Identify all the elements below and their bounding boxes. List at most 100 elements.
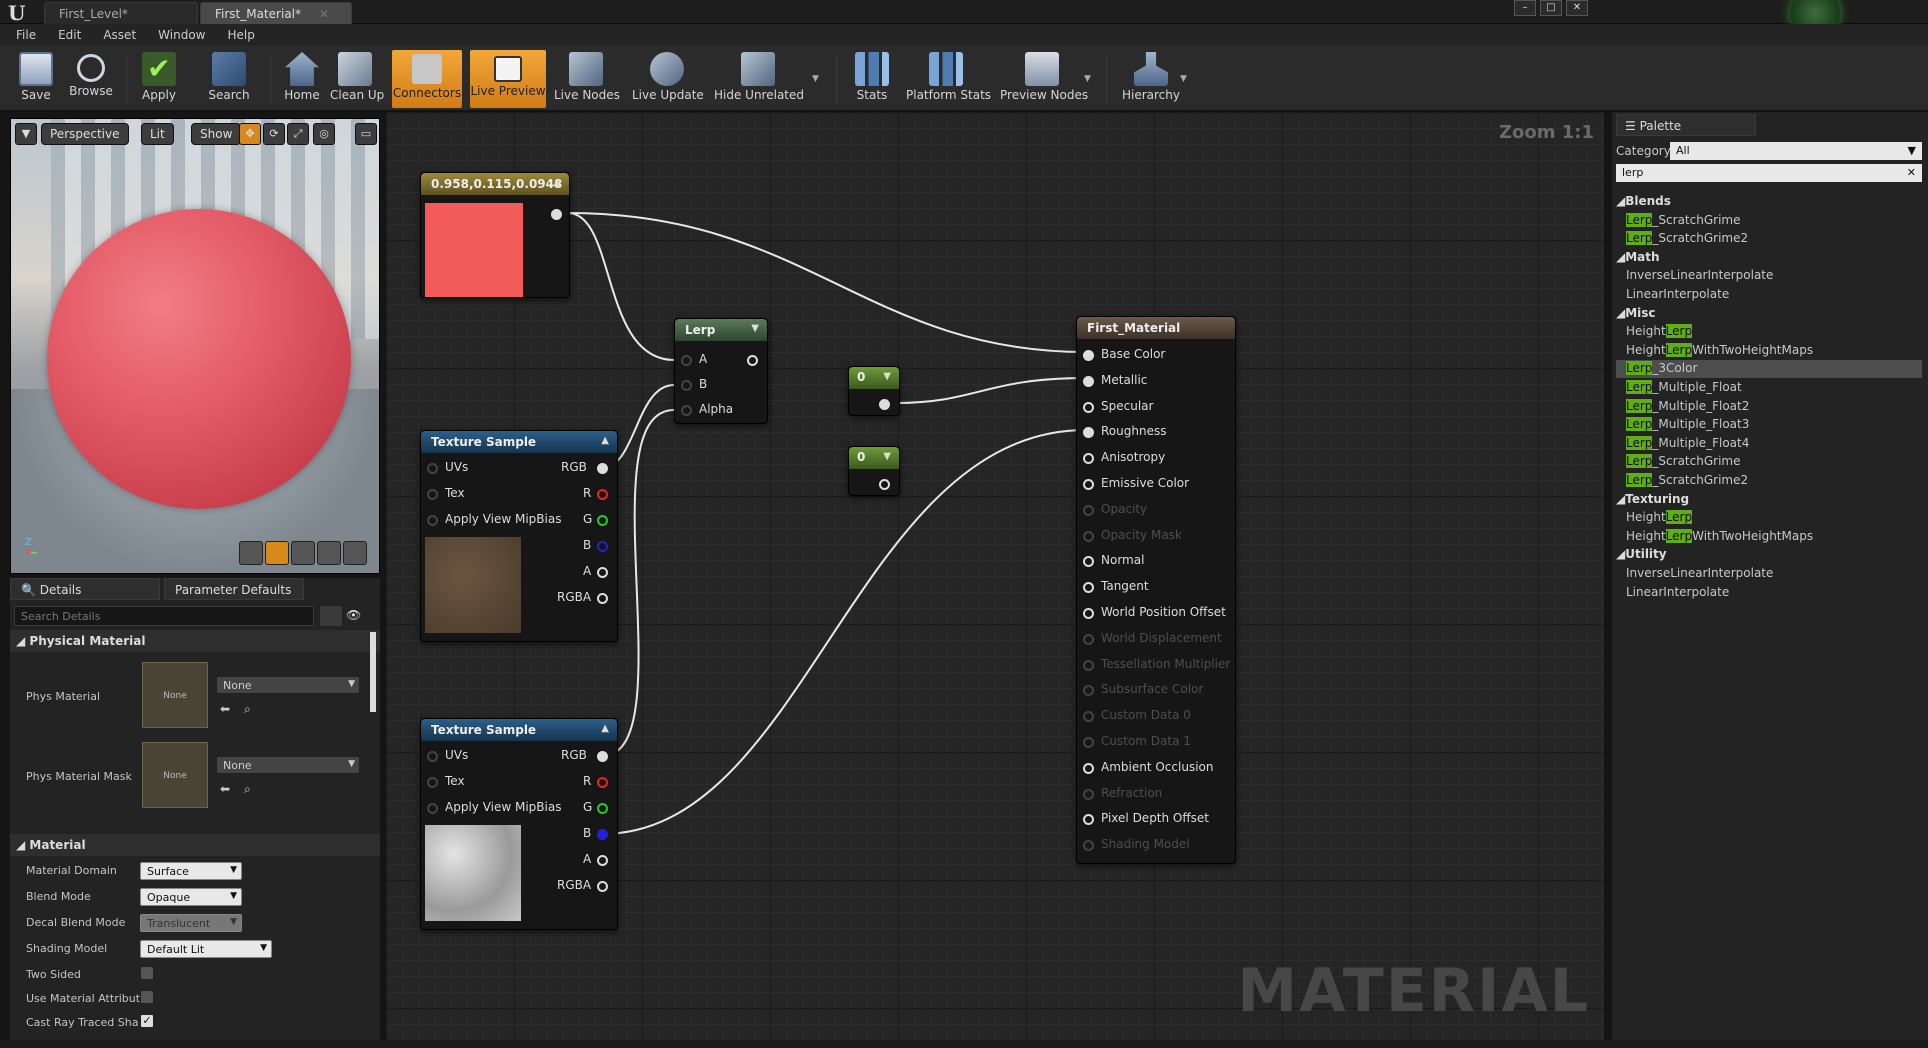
eye-icon[interactable]: 👁 (346, 608, 361, 622)
output-pin-b[interactable] (597, 541, 608, 552)
category-dropdown[interactable]: All ▼ (1670, 142, 1922, 160)
output-pin[interactable] (551, 209, 562, 220)
palette-item[interactable]: HeightLerpWithTwoHeightMaps (1626, 342, 1813, 357)
search-button[interactable]: Search (204, 50, 254, 108)
viewport-options-icon[interactable]: ▭ (355, 123, 377, 145)
palette-search-input[interactable]: lerp ✕ (1616, 164, 1922, 182)
cylinder-shape-icon[interactable] (239, 541, 263, 565)
palette-item[interactable]: Lerp_ScratchGrime (1626, 454, 1740, 469)
live-preview-button[interactable]: Live Preview (470, 50, 546, 108)
show-button[interactable]: Show (191, 123, 242, 145)
collapse-icon[interactable]: ▼ (883, 371, 891, 382)
collapse-icon[interactable]: ▲ (601, 435, 609, 446)
input-pin[interactable] (1083, 840, 1094, 852)
input-pin-b[interactable] (681, 380, 692, 391)
cast-ray-traced-shadows-checkbox[interactable]: ✓ (140, 1014, 154, 1028)
palette-item[interactable]: InverseLinearInterpolate (1626, 268, 1773, 282)
cube-shape-icon[interactable] (317, 541, 341, 565)
constant-node-2[interactable]: 0 ▼ (848, 446, 900, 496)
constant-node-1[interactable]: 0 ▼ (848, 366, 900, 416)
hierarchy-button[interactable]: Hierarchy (1120, 50, 1182, 108)
palette-category[interactable]: ◢Math (1616, 250, 1660, 264)
input-pin-mipbias[interactable] (427, 515, 438, 526)
palette-category[interactable]: ◢Texturing (1616, 492, 1689, 506)
tab-first-material[interactable]: First_Material* ✕ (200, 2, 352, 24)
input-pin-uvs[interactable] (427, 463, 438, 474)
custom-mesh-icon[interactable] (343, 541, 367, 565)
input-pin[interactable] (1083, 788, 1094, 800)
input-pin[interactable] (1083, 350, 1094, 361)
hierarchy-dropdown-icon[interactable]: ▼ (1180, 74, 1187, 84)
input-pin-alpha[interactable] (681, 405, 692, 416)
texture-sample-node-1[interactable]: Texture Sample ▲ UVs Tex Apply View MipBi… (420, 430, 618, 642)
close-window-icon[interactable]: ✕ (1566, 0, 1588, 16)
output-pin-rgba[interactable] (597, 593, 608, 604)
input-pin[interactable] (1083, 401, 1094, 413)
live-update-button[interactable]: Live Update (632, 50, 704, 108)
output-pin[interactable] (879, 479, 890, 490)
browse-button[interactable]: Browse (64, 50, 118, 108)
lerp-node[interactable]: Lerp ▼ A B Alpha (674, 318, 768, 424)
viewport-menu-icon[interactable]: ▼ (15, 123, 37, 145)
palette-item[interactable]: InverseLinearInterpolate (1626, 566, 1773, 580)
menu-help[interactable]: Help (227, 28, 254, 46)
input-pin[interactable] (1083, 685, 1094, 697)
input-pin[interactable] (1083, 556, 1094, 568)
home-button[interactable]: Home (280, 50, 324, 108)
input-pin[interactable] (1083, 427, 1094, 439)
palette-item[interactable]: Lerp_ScratchGrime2 (1626, 231, 1748, 246)
sphere-shape-icon[interactable] (265, 541, 289, 565)
menu-asset[interactable]: Asset (103, 28, 136, 46)
palette-item[interactable]: LinearInterpolate (1626, 585, 1729, 599)
constant3-node[interactable]: 0.958,0.115,0.0948 ▲ (420, 172, 570, 298)
input-pin[interactable] (1083, 608, 1094, 619)
menu-file[interactable]: File (16, 28, 36, 46)
minimize-icon[interactable]: – (1514, 0, 1536, 16)
palette-category[interactable]: ◢Utility (1616, 547, 1667, 561)
stats-button[interactable]: Stats (852, 50, 892, 108)
palette-item[interactable]: HeightLerpWithTwoHeightMaps (1626, 528, 1813, 543)
input-pin[interactable] (1083, 582, 1094, 594)
move-icon[interactable]: ✥ (239, 123, 261, 145)
use-selected-icon[interactable]: ⬅ (220, 702, 230, 716)
material-result-node[interactable]: First_Material Base Color Metallic Specula… (1076, 316, 1236, 864)
input-pin[interactable] (1083, 479, 1094, 490)
menu-edit[interactable]: Edit (58, 28, 81, 46)
material-graph[interactable]: Zoom 1:1 MATERIAL 0.958,0.115,0.0948 ▲ Le… (386, 112, 1604, 1040)
platform-stats-button[interactable]: Platform Stats (906, 50, 991, 108)
collapse-icon[interactable]: ▲ (553, 177, 561, 188)
output-pin-rgba[interactable] (597, 881, 608, 892)
output-pin-rgb[interactable] (597, 463, 608, 474)
phys-material-mask-thumbnail[interactable]: None (142, 742, 208, 808)
palette-item[interactable]: HeightLerp (1626, 510, 1693, 525)
palette-item[interactable]: Lerp_Multiple_Float3 (1626, 417, 1749, 432)
tab-details[interactable]: 🔍 Details (10, 578, 160, 600)
apply-button[interactable]: ✔ Apply (136, 50, 182, 108)
input-pin[interactable] (1083, 530, 1094, 542)
input-pin-a[interactable] (681, 355, 692, 366)
input-pin[interactable] (1083, 711, 1094, 723)
output-pin-g[interactable] (597, 803, 608, 814)
clean-up-button[interactable]: Clean Up (330, 50, 384, 108)
output-pin-g[interactable] (597, 515, 608, 526)
texture-sample-node-2[interactable]: Texture Sample ▲ UVs Tex Apply View MipBi… (420, 718, 618, 930)
palette-item[interactable]: HeightLerp (1626, 324, 1693, 339)
input-pin[interactable] (1083, 762, 1094, 774)
palette-item[interactable]: Lerp_ScratchGrime (1626, 212, 1740, 227)
lit-button[interactable]: Lit (141, 123, 174, 145)
input-pin-uvs[interactable] (427, 751, 438, 762)
palette-category[interactable]: ◢Misc (1616, 306, 1656, 320)
live-nodes-button[interactable]: Live Nodes (554, 50, 620, 108)
plane-shape-icon[interactable] (291, 541, 315, 565)
material-preview-viewport[interactable]: ▼ Perspective Lit Show ✥ ⟳ ⤢ ◎ ▭ Z ┗━ (10, 118, 380, 574)
save-button[interactable]: Save (14, 50, 58, 108)
output-pin-rgb[interactable] (597, 751, 608, 762)
input-pin-tex[interactable] (427, 489, 438, 500)
phys-material-mask-dropdown[interactable]: None (216, 756, 360, 774)
hide-unrelated-dropdown-icon[interactable]: ▼ (812, 74, 819, 84)
output-pin-a[interactable] (597, 855, 608, 866)
phys-material-thumbnail[interactable]: None (142, 662, 208, 728)
two-sided-checkbox[interactable] (140, 966, 154, 980)
shading-model-dropdown[interactable]: Default Lit (140, 940, 272, 958)
output-pin-b[interactable] (597, 829, 608, 840)
